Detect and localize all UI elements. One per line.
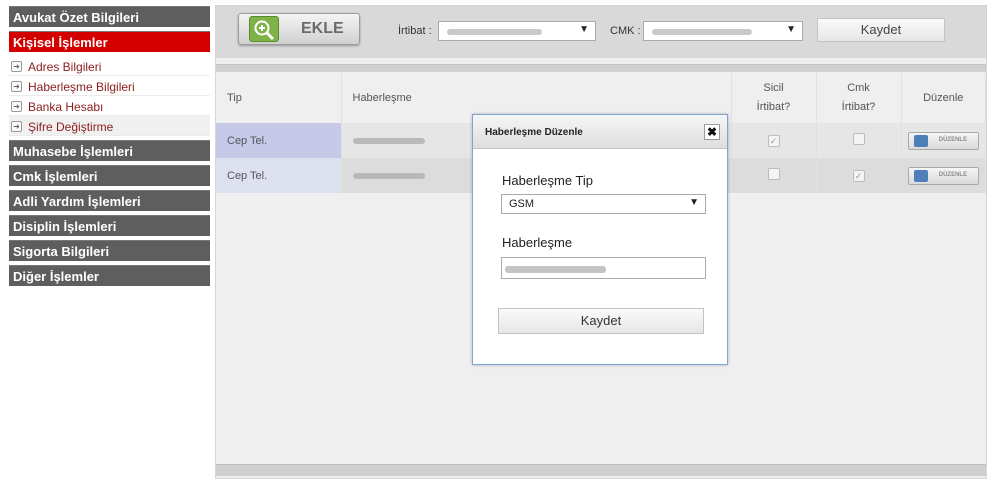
masked-value	[505, 266, 606, 273]
zoom-in-icon	[249, 16, 279, 42]
col-sicil-irtibat: Sicil İrtibat?	[731, 73, 817, 123]
toolbar: EKLE İrtibat : ▼ CMK : ▼ Kaydet	[216, 6, 986, 58]
col-cmk-line1: Cmk	[847, 82, 870, 94]
type-label: Haberleşme Tip	[502, 173, 594, 188]
cell-cmk-irtibat	[816, 123, 902, 158]
irtibat-select[interactable]: ▼	[438, 21, 596, 41]
dialog-title: Haberleşme Düzenle	[485, 127, 583, 138]
footer-bar	[216, 464, 986, 476]
sidebar-subitem-banka[interactable]: ➜ Banka Hesabı	[9, 96, 210, 116]
dialog-header: Haberleşme Düzenle ✖	[473, 115, 727, 149]
edit-icon	[913, 134, 928, 147]
col-cmk-irtibat: Cmk İrtibat?	[816, 73, 902, 123]
dropdown-arrow-icon: ▼	[786, 24, 796, 35]
page: Avukat Özet Bilgileri Kişisel İşlemler ➜…	[0, 0, 993, 479]
col-tip: Tip	[216, 73, 342, 123]
type-select[interactable]: GSM ▼	[501, 194, 706, 214]
save-button[interactable]: Kaydet	[817, 18, 945, 42]
col-sicil-line2: İrtibat?	[756, 101, 791, 113]
sidebar-subitem-label: Adres Bilgileri	[28, 59, 102, 74]
arrow-right-icon: ➜	[11, 81, 22, 92]
cell-tip: Cep Tel.	[216, 123, 342, 158]
sidebar-subitem-adres[interactable]: ➜ Adres Bilgileri	[9, 56, 210, 76]
add-button[interactable]: EKLE	[238, 13, 360, 45]
irtibat-label: İrtibat :	[398, 25, 432, 37]
dropdown-arrow-icon: ▼	[689, 197, 699, 208]
masked-value	[352, 172, 425, 179]
cmk-irtibat-checkbox[interactable]	[852, 133, 865, 145]
cell-tip: Cep Tel.	[216, 158, 342, 193]
col-sicil-line1: Sicil	[763, 82, 784, 94]
cmk-label: CMK :	[610, 25, 641, 37]
arrow-right-icon: ➜	[11, 121, 22, 132]
sicil-irtibat-checkbox[interactable]: ✓	[767, 134, 780, 147]
cell-sicil-irtibat: ✓	[731, 123, 817, 158]
sidebar-item-kisisel-islemler[interactable]: Kişisel İşlemler	[9, 31, 210, 52]
sidebar-item-avukat-ozet[interactable]: Avukat Özet Bilgileri	[9, 6, 210, 27]
sidebar-subitem-sifre[interactable]: ➜ Şifre Değiştirme	[9, 116, 210, 136]
type-select-value: GSM	[509, 198, 535, 210]
sidebar-item-disiplin[interactable]: Disiplin İşlemleri	[9, 215, 210, 236]
divider-bar	[216, 64, 986, 72]
sidebar-item-cmk[interactable]: Cmk İşlemleri	[9, 165, 210, 186]
cell-duzenle: DÜZENLE	[901, 158, 986, 193]
add-button-label: EKLE	[301, 20, 344, 37]
masked-value	[652, 29, 752, 35]
value-input[interactable]	[501, 257, 706, 279]
sicil-irtibat-checkbox[interactable]	[767, 168, 780, 180]
sidebar-subitem-label: Haberleşme Bilgileri	[28, 79, 135, 94]
arrow-right-icon: ➜	[11, 61, 22, 72]
edit-button-label: DÜZENLE	[938, 136, 968, 143]
edit-button[interactable]: DÜZENLE	[907, 131, 979, 150]
dropdown-arrow-icon: ▼	[579, 24, 589, 35]
sidebar-subitem-haberlesme[interactable]: ➜ Haberleşme Bilgileri	[9, 76, 210, 96]
arrow-right-icon: ➜	[11, 101, 22, 112]
sidebar-item-diger[interactable]: Diğer İşlemler	[9, 265, 210, 286]
cmk-select[interactable]: ▼	[643, 21, 803, 41]
edit-button[interactable]: DÜZENLE	[907, 166, 979, 185]
cell-duzenle: DÜZENLE	[901, 123, 986, 158]
cell-cmk-irtibat: ✓	[816, 158, 902, 193]
close-icon[interactable]: ✖	[704, 124, 720, 140]
value-label: Haberleşme	[502, 235, 573, 250]
masked-value	[447, 29, 542, 35]
sidebar-item-muhasebe[interactable]: Muhasebe İşlemleri	[9, 140, 210, 161]
dialog-save-button[interactable]: Kaydet	[498, 308, 704, 334]
cmk-irtibat-checkbox[interactable]: ✓	[852, 169, 865, 182]
sidebar: Avukat Özet Bilgileri Kişisel İşlemler ➜…	[9, 6, 210, 290]
sidebar-subitem-label: Banka Hesabı	[28, 99, 104, 114]
col-cmk-line2: İrtibat?	[841, 101, 876, 113]
sidebar-subitem-label: Şifre Değiştirme	[28, 119, 114, 134]
sidebar-item-adli-yardim[interactable]: Adli Yardım İşlemleri	[9, 190, 210, 211]
edit-icon	[913, 169, 928, 182]
masked-value	[352, 137, 425, 144]
sidebar-item-sigorta[interactable]: Sigorta Bilgileri	[9, 240, 210, 261]
edit-dialog: Haberleşme Düzenle ✖ Haberleşme Tip GSM …	[472, 114, 728, 365]
edit-button-label: DÜZENLE	[938, 171, 968, 178]
cell-sicil-irtibat	[731, 158, 817, 193]
col-duzenle: Düzenle	[901, 73, 986, 123]
